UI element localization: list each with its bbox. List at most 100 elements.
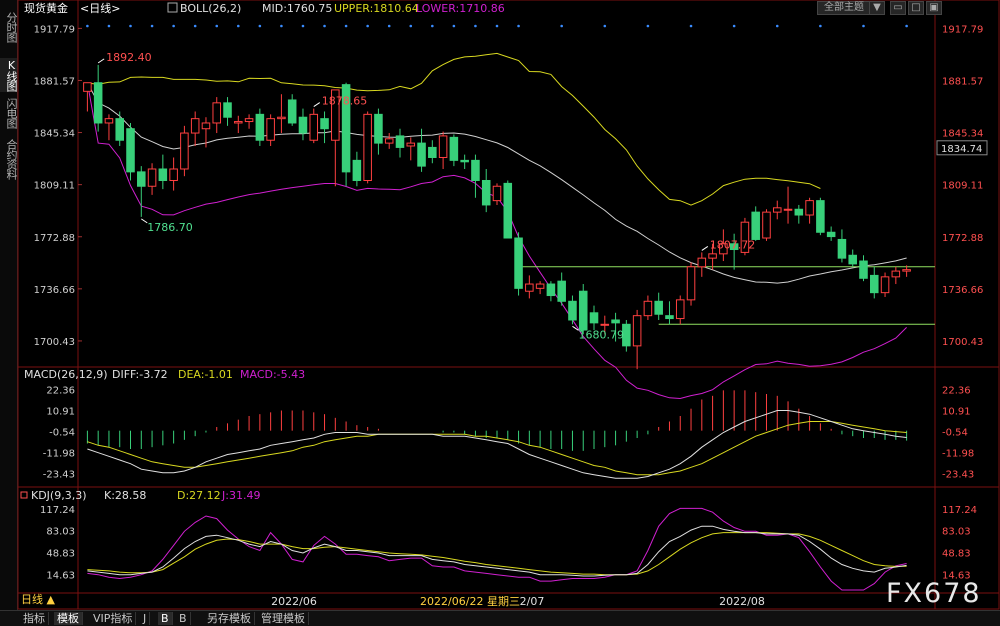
candle-body (503, 182, 513, 239)
candle-body (902, 269, 911, 272)
maximize-icon: □ (911, 2, 921, 13)
candle-body (180, 132, 189, 170)
kdj-panel: KDJ(9,3,3) K:28.58 D:27.12 J:31.49 117.24 117… (20, 489, 977, 608)
dot-marker (344, 24, 348, 28)
theme-dropdown-button[interactable]: ▼ (869, 1, 885, 15)
candle-body (880, 276, 890, 294)
candle-body (255, 113, 265, 141)
candle-body (675, 299, 685, 320)
kdj-y-tick-right: 83.03 (942, 527, 971, 538)
candle-body (104, 118, 114, 124)
dot-marker (86, 24, 89, 28)
candle-body (93, 82, 103, 124)
macd-value: MACD:-5.43 (240, 368, 305, 381)
candle-body (147, 168, 157, 187)
y-tick-label-left: 1917.79 (34, 24, 75, 35)
candle-body (816, 200, 825, 233)
macd-dea-value: DEA:-1.01 (178, 368, 233, 381)
macd-y-tick-left: -23.43 (43, 470, 75, 481)
annotation-low: 1786.70 (147, 221, 193, 234)
restore-icon: ▣ (929, 2, 939, 13)
kdj-y-tick-left: 14.63 (46, 570, 75, 581)
main-header: 现货黄金 <日线> BOLL(26,2) MID:1760.75 UPPER:1… (24, 1, 505, 15)
dot-marker (819, 24, 822, 28)
candle-body (589, 312, 599, 324)
candle-body (438, 135, 448, 158)
y-tick-label-right: 1917.79 (942, 24, 983, 35)
macd-diff-value: DIFF:-3.72 (112, 368, 168, 381)
y-tick-label-right: 1845.34 (942, 129, 983, 140)
candle-body (870, 274, 879, 294)
candle-body (481, 179, 491, 206)
kdj-y-tick-left: 83.03 (46, 527, 75, 538)
candle-body (449, 136, 459, 161)
y-tick-label-left: 1881.57 (34, 76, 75, 87)
macd-title: MACD(26,12,9) (24, 368, 108, 381)
dot-marker (129, 24, 132, 28)
candle-body (751, 211, 760, 240)
macd-y-tick-right: -11.98 (942, 449, 974, 460)
candle-body (611, 319, 620, 324)
candle-body (244, 118, 254, 123)
macd-y-tick-right: -23.43 (942, 470, 974, 481)
dot-marker (193, 24, 197, 28)
bottom-tab-3[interactable]: J (140, 612, 151, 625)
candle-body (298, 116, 308, 134)
candle-body (859, 260, 868, 279)
candle-body (223, 102, 232, 118)
dot-marker (517, 24, 520, 28)
minimize-button[interactable]: ▭ (890, 1, 906, 15)
dot-marker (387, 24, 391, 28)
dot-marker (603, 24, 607, 28)
boll-lower-line (86, 82, 907, 400)
price-panel: 1917.79 1917.79 1881.57 1881.57 1845.34 1845.… (34, 24, 988, 400)
current-price-label: 1834.74 (941, 144, 982, 155)
period-toggle[interactable]: 日线 ▲ (18, 593, 58, 606)
bottom-tab-4[interactable]: B (158, 612, 173, 625)
macd-y-tick-right: -0.54 (942, 428, 968, 439)
candle-body (794, 208, 804, 216)
maximize-button[interactable]: □ (908, 1, 924, 15)
candle-body (471, 159, 480, 181)
candle-body (762, 211, 771, 239)
candle-body (535, 283, 545, 289)
dot-marker (452, 24, 456, 28)
candle-body (212, 102, 222, 124)
y-tick-label-left: 1809.11 (34, 181, 75, 192)
checkbox-icon[interactable] (167, 2, 178, 13)
y-tick-label-left: 1845.34 (34, 129, 75, 140)
bottom-tab-7[interactable]: 管理模板 (258, 612, 309, 625)
candle-body (158, 168, 168, 181)
chart-canvas: 现货黄金 <日线> BOLL(26,2) MID:1760.75 UPPER:1… (17, 0, 1000, 610)
macd-y-tick-right: 10.91 (942, 407, 971, 418)
candle-body (837, 238, 847, 259)
restore-button[interactable]: ▣ (926, 1, 942, 15)
candle-body (492, 185, 502, 202)
candle-body (826, 231, 836, 238)
bottom-tab-1[interactable]: 模板 (54, 612, 83, 625)
bottom-toolbar: 日线 ▲ 指标 模板 VIP指标 J B B 另存模板 管理模板 (0, 593, 1000, 626)
candle-body (643, 300, 653, 317)
candle-body (772, 207, 782, 213)
bottom-tab-2[interactable]: VIP指标 (90, 612, 137, 625)
dot-marker (107, 24, 111, 28)
candle-body (287, 99, 297, 124)
y-tick-label-left: 1772.88 (34, 233, 75, 244)
candle-body (428, 146, 437, 158)
dot-marker (495, 24, 499, 28)
panel-frames (17, 0, 1000, 610)
kdj-settings-icon[interactable] (20, 491, 28, 499)
candle-body (406, 142, 416, 147)
bottom-tab-5[interactable]: B (176, 612, 191, 625)
candle-body (320, 118, 329, 130)
theme-select-button[interactable]: 全部主题 (817, 1, 871, 15)
dot-marker (215, 24, 219, 28)
y-tick-label-right: 1772.88 (942, 233, 983, 244)
candle-body (600, 323, 610, 326)
candle-body (115, 118, 124, 141)
bottom-tab-6[interactable]: 另存模板 (204, 612, 255, 625)
bottom-tab-0[interactable]: 指标 (20, 612, 49, 625)
candle-body (395, 135, 405, 148)
boll-label: BOLL(26,2) (180, 2, 241, 15)
kdj-k-line (87, 525, 907, 577)
